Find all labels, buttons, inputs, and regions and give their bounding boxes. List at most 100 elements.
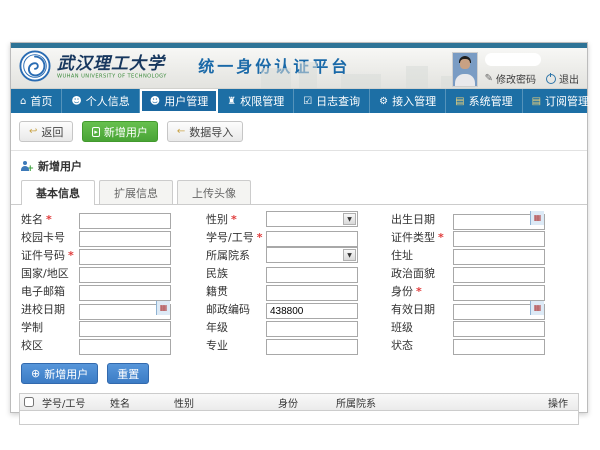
student-id-input[interactable] [266,231,358,247]
reset-button-label: 重置 [117,366,139,382]
change-password-link[interactable]: ✎ 修改密码 [485,71,536,86]
enroll-date-label: 进校日期 [21,301,79,317]
campus-card-label: 校园卡号 [21,229,79,245]
gear-icon: ⚙ [379,96,388,107]
class-label: 班级 [391,319,453,335]
building-watermark [299,62,317,88]
basic-info-form: 姓名* 性别* ▼ 出生日期 ▦ 校园卡号 学号/工号* 证件类型* 证件号码*… [21,210,577,354]
pencil-icon: ✎ [485,73,493,84]
user-table-header: 学号/工号 姓名 性别 身份 所属院系 操作 [20,394,578,411]
add-user-icon: ▸ [92,127,100,137]
section-header: + 新增用户 [11,151,587,177]
add-user-toolbar-label: 新增用户 [104,124,148,140]
tab-basic-info[interactable]: 基本信息 [21,180,95,205]
student-id-label: 学号/工号* [206,229,266,245]
ethnicity-label: 民族 [206,265,266,281]
gender-label: 性别* [206,211,266,227]
column-gender: 性别 [170,395,274,410]
calendar-icon[interactable]: ▦ [530,301,544,315]
department-label: 所属院系 [206,247,266,263]
tab-upload-avatar[interactable]: 上传头像 [177,180,251,204]
header: 武汉理工大学 WUHAN UNIVERSITY OF TECHNOLOGY 统一… [11,48,587,89]
country-label: 国家/地区 [21,265,79,281]
gender-select[interactable]: ▼ [266,211,358,227]
chevron-down-icon: ▼ [343,249,356,261]
select-all-checkbox[interactable] [24,397,34,407]
nav-label: 接入管理 [392,93,436,109]
plus-circle-icon: ⊕ [31,367,40,380]
add-user-person-icon: + [21,161,32,171]
identity-label: 身份* [391,283,453,299]
back-arrow-icon: ↩ [29,126,37,137]
plus-icon: + [26,164,34,174]
log-check-icon: ☑ [303,96,312,107]
department-select[interactable]: ▼ [266,247,358,263]
major-input[interactable] [266,339,358,355]
user-table-empty-row [20,411,578,424]
users-icon: ☻ [150,96,160,107]
university-name-en: WUHAN UNIVERSITY OF TECHNOLOGY [57,73,167,79]
nav-label: 权限管理 [240,93,284,109]
status-input[interactable] [453,339,545,355]
subscription-file-icon: ▤ [532,96,541,107]
main-nav: ⌂ 首页 ☻ 个人信息 ☻ 用户管理 ♜ 权限管理 ☑ 日志查询 ⚙ 接入管理 … [11,89,587,113]
column-operation: 操作 [544,395,578,410]
column-student-id: 学号/工号 [38,395,106,410]
section-title: 新增用户 [38,158,82,174]
back-button[interactable]: ↩ 返回 [19,121,73,142]
column-department: 所属院系 [332,395,544,410]
grade-label: 年级 [206,319,266,335]
id-type-label: 证件类型* [391,229,453,245]
back-button-label: 返回 [41,124,63,140]
nav-item-subscription-management[interactable]: ▤ 订阅管理 [523,89,599,113]
nav-item-permission-management[interactable]: ♜ 权限管理 [218,89,294,113]
reset-button[interactable]: 重置 [107,363,149,384]
avatar-shirt [455,74,475,86]
calendar-icon[interactable]: ▦ [156,301,170,315]
postal-code-label: 邮政编码 [206,301,266,317]
person-icon: ☻ [71,96,81,107]
university-title-block: 武汉理工大学 WUHAN UNIVERSITY OF TECHNOLOGY [57,56,186,80]
campus-input[interactable] [79,339,171,355]
building-watermark [261,68,291,88]
username-redacted [485,53,541,66]
user-table: 学号/工号 姓名 性别 身份 所属院系 操作 [19,393,579,425]
building-watermark [341,74,381,88]
nav-label: 订阅管理 [545,93,589,109]
birth-date-label: 出生日期 [391,211,453,227]
import-arrow-icon: ← [177,126,185,137]
data-import-label: 数据导入 [189,124,233,140]
nav-label: 个人信息 [86,93,130,109]
add-user-toolbar-button[interactable]: ▸ 新增用户 [82,121,158,142]
nav-label: 用户管理 [164,93,208,109]
major-label: 专业 [206,337,266,353]
column-identity: 身份 [274,395,332,410]
nav-item-access-management[interactable]: ⚙ 接入管理 [370,89,446,113]
nav-item-log-query[interactable]: ☑ 日志查询 [294,89,370,113]
change-password-label: 修改密码 [496,71,536,86]
nav-item-system-management[interactable]: ▤ 系统管理 [446,89,522,113]
id-number-label: 证件号码* [21,247,79,263]
schooling-length-label: 学制 [21,319,79,335]
nav-label: 系统管理 [469,93,513,109]
add-user-submit-button[interactable]: ⊕ 新增用户 [21,363,98,384]
address-label: 住址 [391,247,453,263]
tab-extended-info[interactable]: 扩展信息 [99,180,173,204]
power-icon [546,74,556,84]
permission-icon: ♜ [227,96,236,107]
calendar-icon[interactable]: ▦ [530,211,544,225]
avatar-face [460,59,470,69]
column-name: 姓名 [106,395,170,410]
nav-item-profile[interactable]: ☻ 个人信息 [62,89,139,113]
data-import-button[interactable]: ← 数据导入 [167,121,243,142]
nav-item-user-management[interactable]: ☻ 用户管理 [140,89,218,113]
header-right: ✎ 修改密码 退出 [452,52,579,87]
native-place-label: 籍贯 [206,283,266,299]
nav-label: 日志查询 [316,93,360,109]
nav-item-home[interactable]: ⌂ 首页 [11,89,62,113]
logout-link[interactable]: 退出 [546,71,579,86]
add-user-submit-label: 新增用户 [44,366,88,382]
user-avatar [452,52,478,87]
university-logo [19,50,51,86]
campus-label: 校区 [21,337,79,353]
